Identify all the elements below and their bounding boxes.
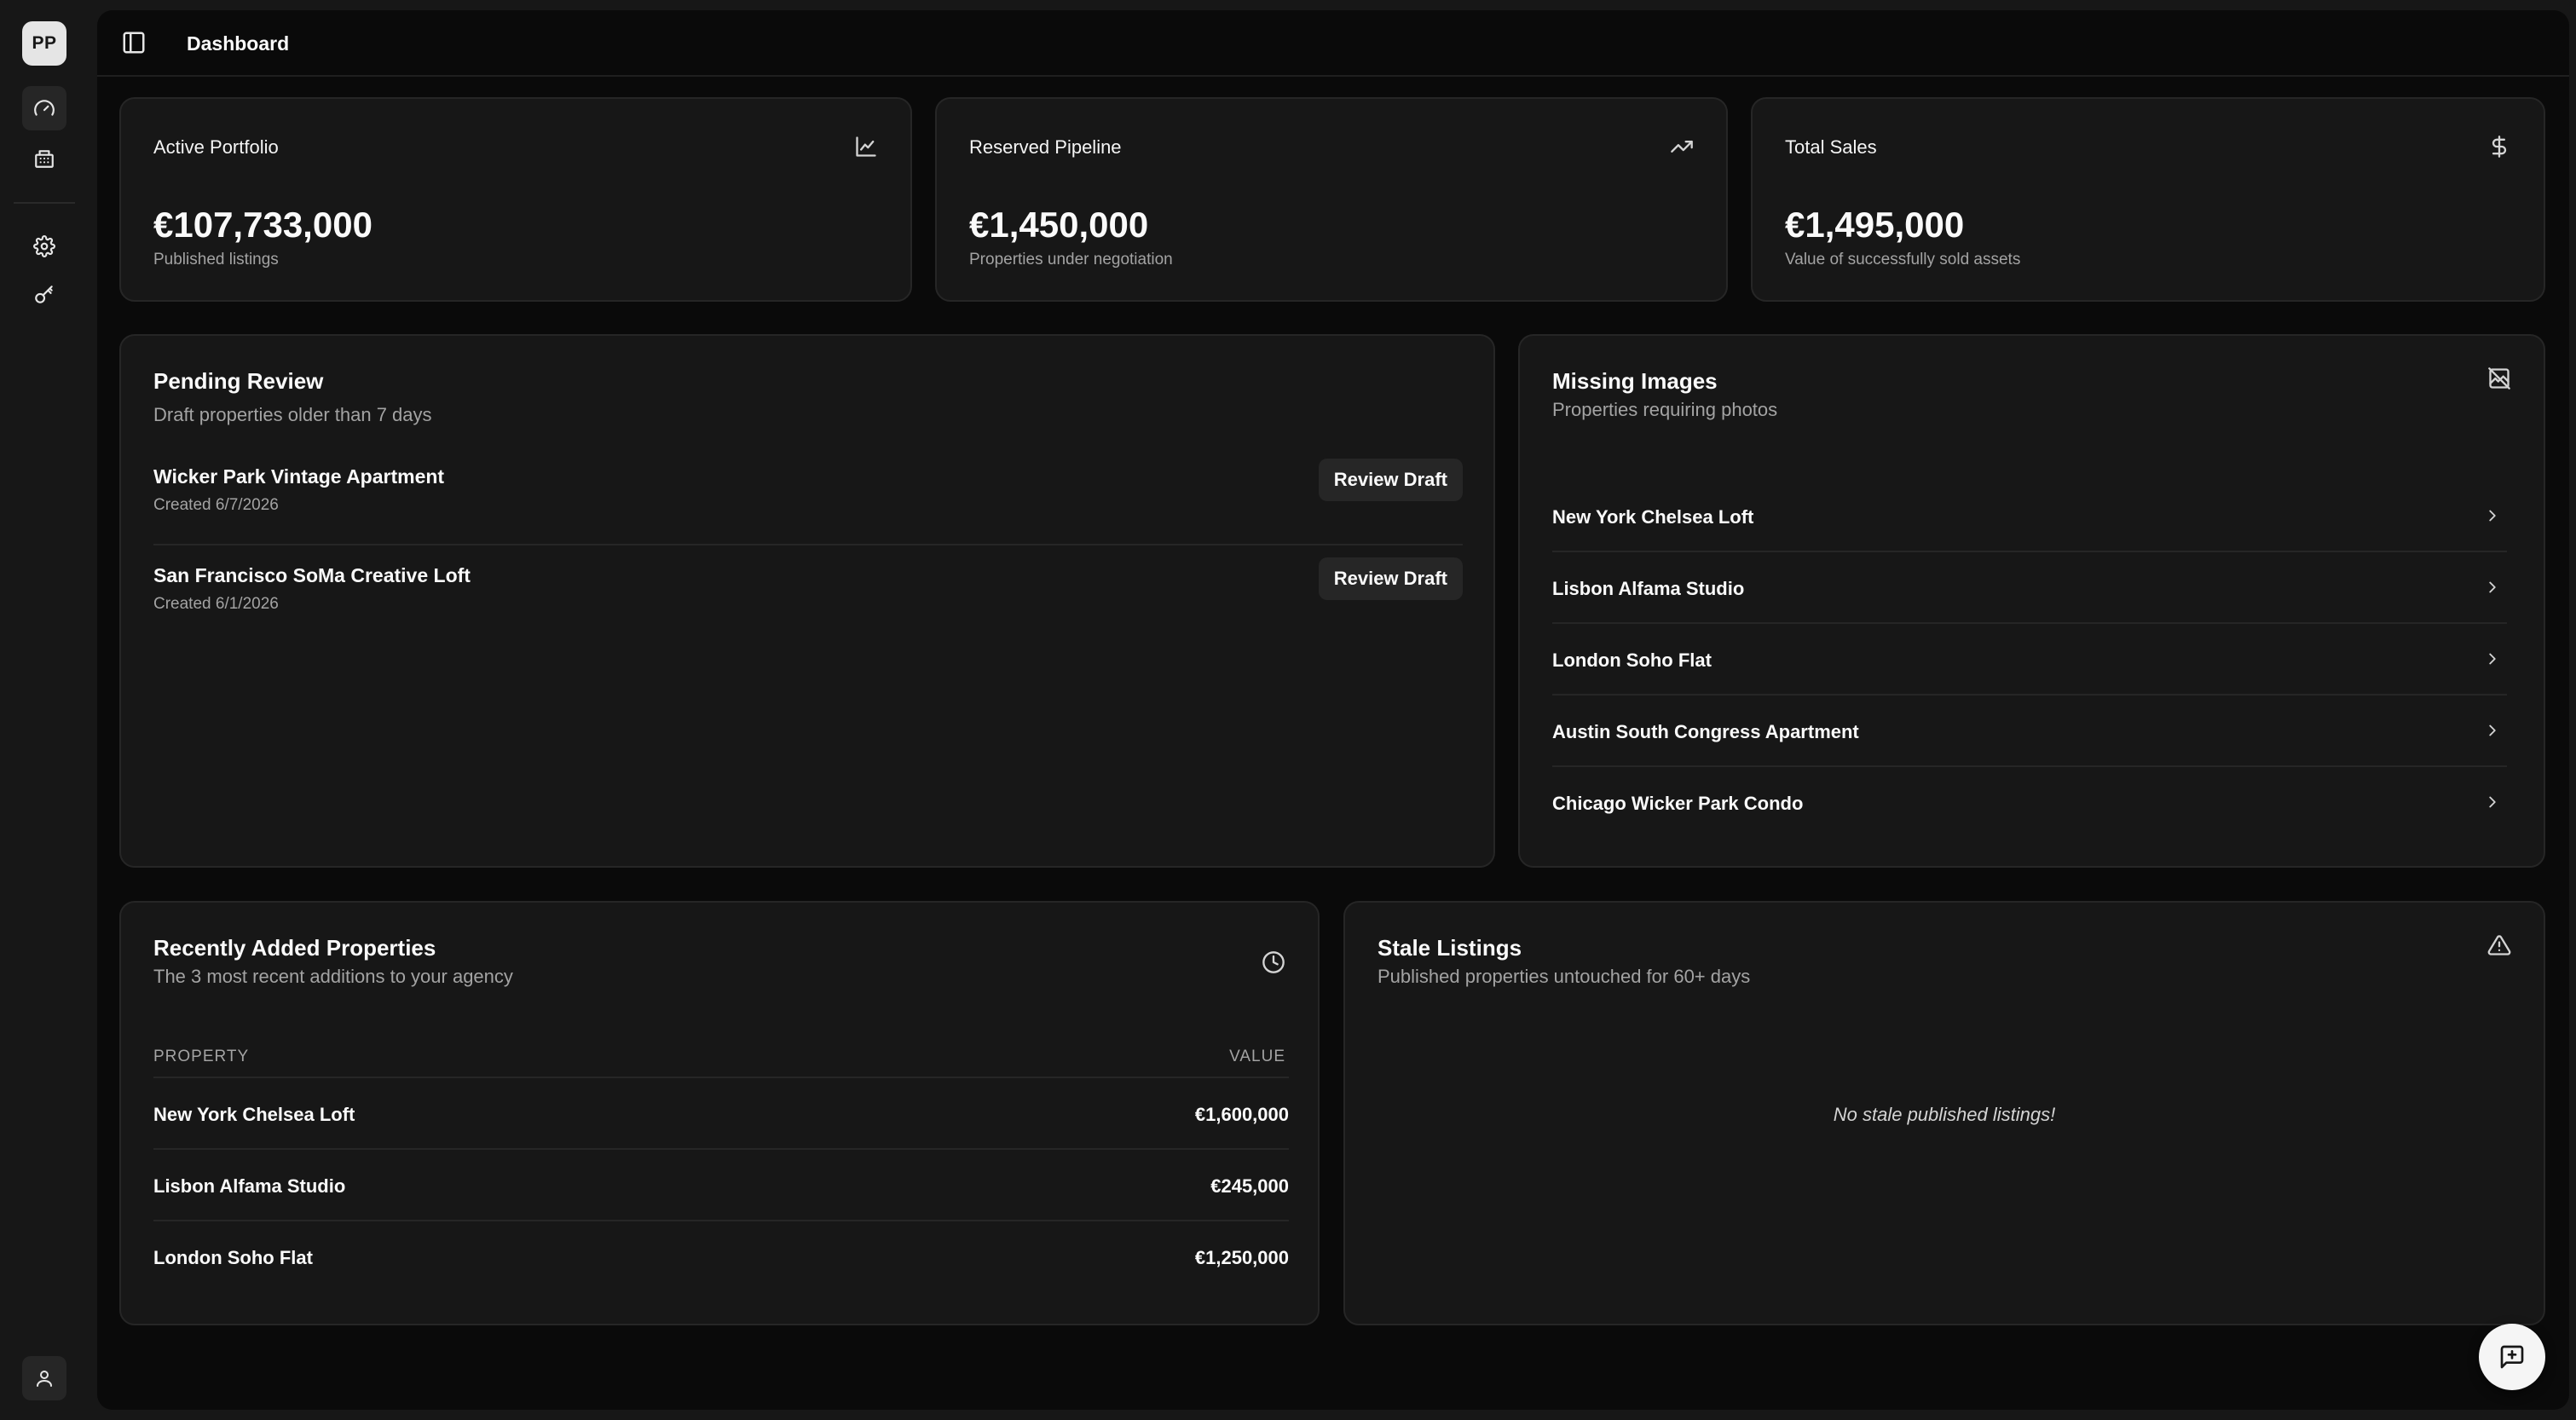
card-description: Draft properties older than 7 days [153,404,432,425]
sidebar-toggle-icon[interactable] [121,30,147,55]
review-draft-button[interactable]: Review Draft [1318,557,1463,600]
stat-label: Reserved Pipeline [969,136,1122,158]
missing-image-item[interactable]: Austin South Congress Apartment [1552,696,2507,767]
property-name: Chicago Wicker Park Condo [1552,793,1804,814]
chevron-right-icon [2489,510,2496,522]
property-name: London Soho Flat [153,1247,313,1268]
chevron-right-icon [2489,653,2496,665]
property-name: Austin South Congress Apartment [1552,721,1859,742]
sidebar: PP [0,0,89,1420]
stat-value: €107,733,000 [153,205,373,245]
message-plus-icon [2500,1345,2524,1369]
recently-added-card: Recently Added Properties The 3 most rec… [119,901,1320,1325]
chevron-right-icon [2489,796,2496,808]
nav-keys[interactable] [22,273,66,317]
property-name: New York Chelsea Loft [153,1104,355,1125]
property-name: Lisbon Alfama Studio [153,1175,346,1197]
dollar-icon [2492,136,2507,158]
topbar: Dashboard [97,10,2569,77]
key-icon [35,286,53,303]
missing-image-item[interactable]: Lisbon Alfama Studio [1552,552,2507,624]
review-draft-button[interactable]: Review Draft [1318,459,1463,501]
draft-created: Created 6/1/2026 [153,595,279,613]
main-content: Dashboard Active Portfolio €107,733,000 … [97,10,2569,1410]
card-description: Properties requiring photos [1552,399,1778,420]
property-value: €1,250,000 [1194,1247,1289,1268]
nav-dashboard[interactable] [22,86,66,130]
draft-row: San Francisco SoMa Creative Loft Created… [153,557,1463,663]
property-name: Lisbon Alfama Studio [1552,578,1745,599]
table-row[interactable]: New York Chelsea Loft €1,600,000 [153,1077,1289,1148]
stat-card-total-sales: Total Sales €1,495,000 Value of successf… [1751,97,2545,302]
stat-label: Active Portfolio [153,136,279,158]
user-icon [37,1371,52,1387]
column-header-value: VALUE [1229,1048,1285,1065]
chevron-right-icon [2489,581,2496,593]
user-menu-button[interactable] [22,1356,66,1400]
table-row[interactable]: Lisbon Alfama Studio €245,000 [153,1148,1289,1220]
nav-properties[interactable] [22,136,66,181]
card-description: The 3 most recent additions to your agen… [153,966,513,987]
card-title: Pending Review [153,368,324,394]
draft-name: Wicker Park Vintage Apartment [153,465,445,488]
nav-settings[interactable] [22,224,66,268]
org-avatar[interactable]: PP [22,21,66,66]
building-icon [35,150,54,168]
card-title: Stale Listings [1378,935,1522,961]
gear-icon [33,235,55,257]
draft-name: San Francisco SoMa Creative Loft [153,564,471,586]
clock-icon [1262,951,1285,973]
chevron-right-icon [2489,724,2496,736]
property-name: New York Chelsea Loft [1552,506,1754,528]
line-chart-icon [856,136,876,157]
missing-image-item[interactable]: New York Chelsea Loft [1552,481,2507,552]
property-value: €245,000 [1210,1175,1289,1197]
stat-value: €1,450,000 [969,205,1149,245]
table-row[interactable]: London Soho Flat €1,250,000 [153,1220,1289,1291]
stat-subtitle: Properties under negotiation [969,251,1173,268]
stat-label: Total Sales [1785,136,1877,158]
missing-images-card: Missing Images Properties requiring phot… [1518,334,2545,868]
stat-subtitle: Published listings [153,251,279,268]
stale-listings-card: Stale Listings Published properties unto… [1343,901,2545,1325]
empty-state-message: No stale published listings! [1833,1104,2056,1125]
column-header-property: PROPERTY [153,1048,250,1065]
stat-value: €1,495,000 [1785,205,1965,245]
stat-subtitle: Value of successfully sold assets [1785,251,2021,268]
page-title: Dashboard [187,32,290,55]
missing-image-item[interactable]: London Soho Flat [1552,624,2507,696]
missing-image-item[interactable]: Chicago Wicker Park Condo [1552,767,2507,839]
image-off-icon [2488,367,2510,390]
draft-row: Wicker Park Vintage Apartment Created 6/… [153,459,1463,564]
card-title: Missing Images [1552,368,1718,394]
alert-triangle-icon [2487,935,2511,955]
gauge-icon [34,100,55,116]
pending-review-card: Pending Review Draft properties older th… [119,334,1495,868]
draft-created: Created 6/7/2026 [153,496,279,514]
trending-up-icon [1671,141,1693,153]
sidebar-divider [14,202,75,204]
property-value: €1,600,000 [1194,1104,1289,1125]
property-name: London Soho Flat [1552,649,1712,671]
new-message-button[interactable] [2479,1324,2545,1390]
card-description: Published properties untouched for 60+ d… [1378,966,1751,987]
row-divider [153,544,1463,545]
stat-card-reserved-pipeline: Reserved Pipeline €1,450,000 Properties … [935,97,1728,302]
stat-card-active-portfolio: Active Portfolio €107,733,000 Published … [119,97,912,302]
card-title: Recently Added Properties [153,935,436,961]
